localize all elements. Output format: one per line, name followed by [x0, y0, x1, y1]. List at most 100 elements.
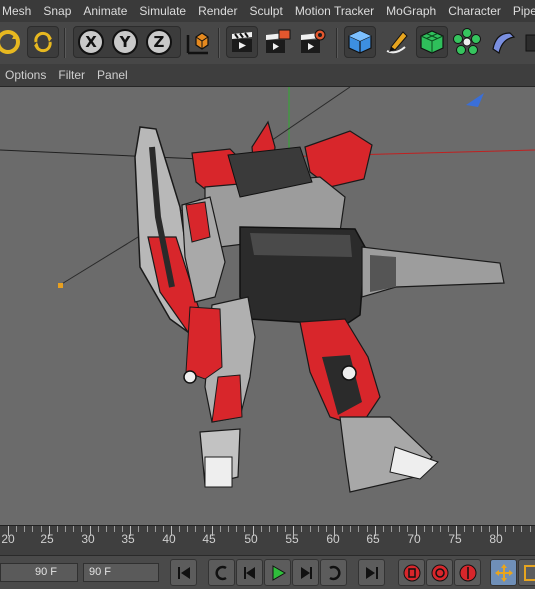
- min-frame-value: 90 F: [35, 566, 57, 578]
- menu-character[interactable]: Character: [442, 0, 507, 22]
- timeline-tick: [318, 526, 319, 532]
- timeline-tick: [41, 526, 42, 532]
- timeline-tick: [122, 526, 123, 532]
- timeline-tick: [57, 526, 58, 532]
- viewport-menu-panel[interactable]: Panel: [92, 68, 135, 82]
- go-to-start-icon: [175, 564, 193, 582]
- timeline-tick: [24, 526, 25, 532]
- menu-render[interactable]: Render: [192, 0, 243, 22]
- go-to-end-button[interactable]: [358, 559, 385, 586]
- robot-model[interactable]: [135, 122, 504, 492]
- timeline-tick: [187, 526, 188, 532]
- timeline-ruler[interactable]: 20 25 30 35 40 45 50 55 60 65 70 75 80: [0, 525, 535, 556]
- timeline-tick: [277, 526, 278, 532]
- horizon-line: [0, 150, 200, 159]
- menu-mesh[interactable]: Mesh: [0, 0, 37, 22]
- next-keyframe-button[interactable]: [320, 559, 347, 586]
- cube-object-button[interactable]: [344, 26, 376, 58]
- timeline-tick: [269, 526, 270, 532]
- z-axis-button[interactable]: Z: [143, 26, 175, 58]
- menu-motion-tracker[interactable]: Motion Tracker: [289, 0, 380, 22]
- timeline-tick: [505, 526, 506, 532]
- max-frame-field[interactable]: 90 F: [83, 563, 159, 582]
- timeline-tick: [236, 526, 237, 532]
- autokey-icon: [430, 563, 450, 583]
- undo-button[interactable]: [0, 26, 24, 58]
- render-settings-button[interactable]: [297, 26, 329, 58]
- x-axis-button[interactable]: X: [75, 26, 107, 58]
- play-button[interactable]: [264, 559, 291, 586]
- timeline-tick: [228, 526, 229, 532]
- position-track-button[interactable]: [490, 559, 517, 586]
- timeline-tick: [244, 526, 245, 532]
- keyframe-selection-button[interactable]: [454, 559, 481, 586]
- timeline-tick: [456, 526, 457, 536]
- go-to-start-button[interactable]: [170, 559, 197, 586]
- min-frame-field[interactable]: 90 F: [0, 563, 78, 582]
- viewport-menu-filter[interactable]: Filter: [53, 68, 92, 82]
- menu-snap[interactable]: Snap: [37, 0, 77, 22]
- 3d-viewport[interactable]: [0, 87, 535, 525]
- timeline-tick: [73, 526, 74, 532]
- timeline-tick: [90, 526, 91, 536]
- timeline-tick: [138, 526, 139, 532]
- coordinate-system-icon: [182, 27, 212, 57]
- timeline-tick: [130, 526, 131, 536]
- camera-button[interactable]: [522, 26, 535, 58]
- previous-frame-icon: [241, 564, 259, 582]
- menu-animate[interactable]: Animate: [77, 0, 133, 22]
- timeline-tick: [481, 526, 482, 532]
- timeline-tick: [350, 526, 351, 532]
- pen-spline-button[interactable]: [380, 26, 412, 58]
- scale-track-button[interactable]: [518, 559, 535, 586]
- coordinate-system-button[interactable]: [181, 26, 213, 58]
- cloner-button[interactable]: [451, 26, 483, 58]
- timeline-tick: [383, 526, 384, 532]
- timeline-tick: [407, 526, 408, 532]
- timeline-label: 70: [399, 532, 429, 546]
- menu-pipeline[interactable]: Pipeline: [507, 0, 535, 22]
- light-icon[interactable]: [466, 93, 484, 107]
- timeline-tick: [293, 526, 294, 536]
- timeline-label: 60: [318, 532, 348, 546]
- record-key-icon: [402, 563, 422, 583]
- timeline-tick: [432, 526, 433, 532]
- deformer-button[interactable]: [487, 26, 519, 58]
- render-to-picture-viewer-button[interactable]: [262, 26, 294, 58]
- record-active-objects-button[interactable]: [398, 559, 425, 586]
- y-axis-button[interactable]: Y: [109, 26, 141, 58]
- timeline-tick: [32, 526, 33, 532]
- timeline-tick: [375, 526, 376, 536]
- clapperboard-icon: [228, 28, 256, 56]
- viewport-menu-options[interactable]: Options: [0, 68, 53, 82]
- timeline-label: 50: [236, 532, 266, 546]
- timeline-label: 30: [73, 532, 103, 546]
- redo-button[interactable]: [27, 26, 59, 58]
- next-frame-button[interactable]: [292, 559, 319, 586]
- menu-simulate[interactable]: Simulate: [133, 0, 192, 22]
- viewport-menu-bar: Options Filter Panel: [0, 64, 535, 87]
- move-arrows-icon: [494, 563, 514, 583]
- viewport-scene: [0, 87, 535, 525]
- x-axis-label: X: [78, 29, 104, 55]
- scale-icon: [522, 563, 535, 583]
- menu-mograph[interactable]: MoGraph: [380, 0, 442, 22]
- timeline-tick: [212, 526, 213, 536]
- toolbar-separator: [336, 28, 338, 58]
- cube-icon: [346, 28, 374, 56]
- previous-frame-button[interactable]: [236, 559, 263, 586]
- timeline-tick: [301, 526, 302, 532]
- light-point-handle[interactable]: [58, 283, 63, 288]
- timeline-tick: [530, 526, 531, 532]
- menu-sculpt[interactable]: Sculpt: [243, 0, 288, 22]
- timeline-tick: [8, 526, 9, 536]
- timeline-tick: [416, 526, 417, 536]
- next-frame-icon: [297, 564, 315, 582]
- render-view-button[interactable]: [226, 26, 258, 58]
- timeline-tick: [147, 526, 148, 532]
- previous-keyframe-button[interactable]: [208, 559, 235, 586]
- timeline-tick: [521, 526, 522, 532]
- subdivision-surface-button[interactable]: [416, 26, 448, 58]
- timeline-tick: [326, 526, 327, 532]
- autokeying-button[interactable]: [426, 559, 453, 586]
